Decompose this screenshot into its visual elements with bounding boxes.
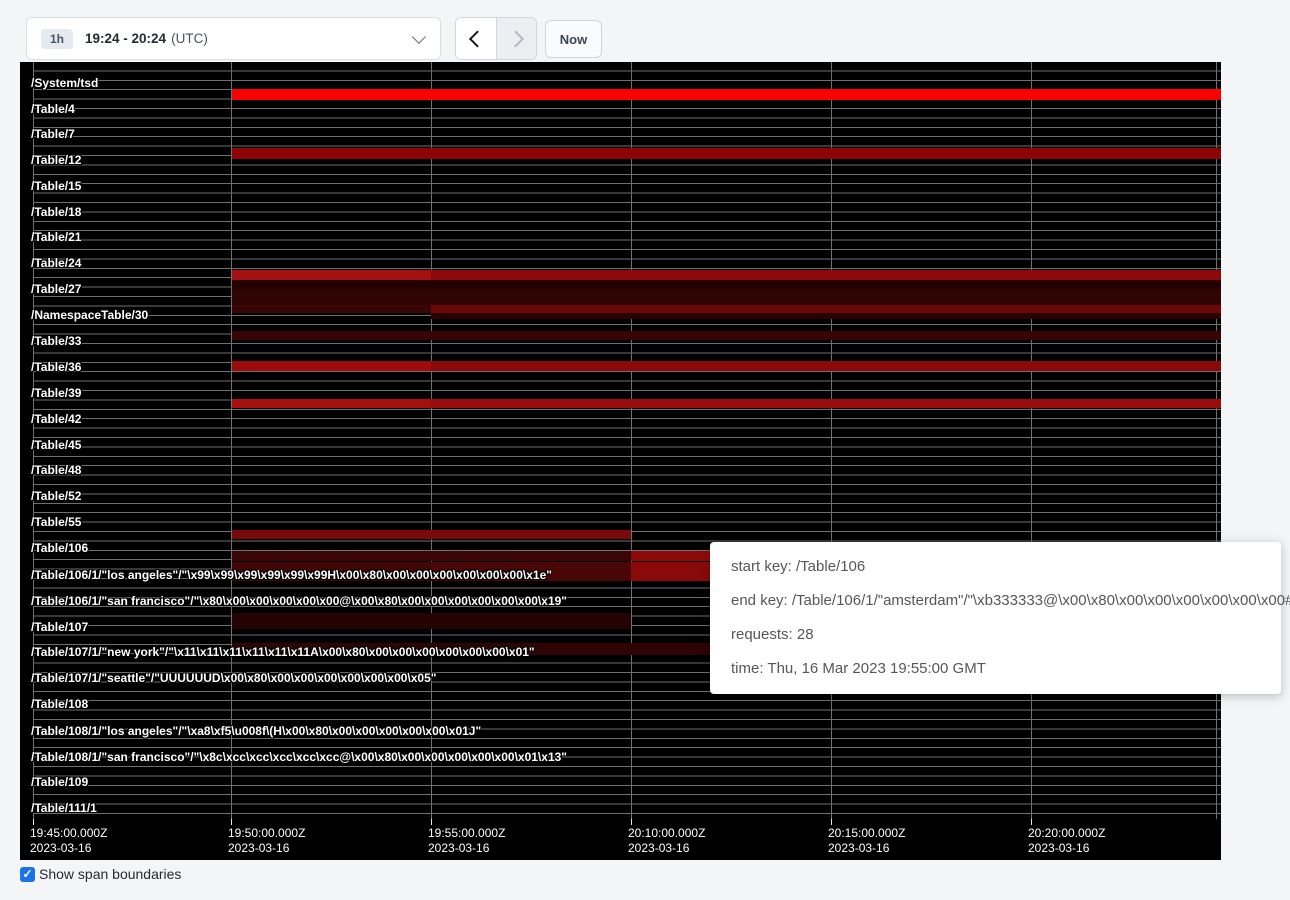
range-text: 19:24 - 20:24 bbox=[85, 31, 166, 46]
row-label: /Table/111/1 bbox=[31, 801, 97, 815]
axis-tick bbox=[631, 819, 632, 825]
row-label: /Table/106/1/"los angeles"/"\x99\x99\x99… bbox=[31, 568, 552, 582]
axis-tick bbox=[831, 819, 832, 825]
heat-band bbox=[232, 551, 631, 561]
row-label: /Table/12 bbox=[31, 153, 81, 167]
heat-band bbox=[232, 613, 631, 629]
row-label: /Table/48 bbox=[31, 463, 81, 477]
row-label: /Table/106 bbox=[31, 541, 88, 555]
row-label: /Table/33 bbox=[31, 334, 81, 348]
x-axis-label: 19:50:00.000Z2023-03-16 bbox=[228, 826, 305, 856]
row-label: /Table/42 bbox=[31, 412, 81, 426]
axis-tick bbox=[431, 819, 432, 825]
row-label: /Table/52 bbox=[31, 489, 81, 503]
heat-band bbox=[232, 89, 1221, 100]
row-label: /Table/107/1/"seattle"/"UUUUUUD\x00\x80\… bbox=[31, 671, 436, 685]
prev-range-button[interactable] bbox=[456, 18, 496, 59]
tooltip-end-key: end key: /Table/106/1/"amsterdam"/"\xb33… bbox=[731, 593, 1265, 608]
row-label: /Table/107/1/"new york"/"\x11\x11\x11\x1… bbox=[31, 645, 535, 659]
heat-band bbox=[431, 305, 1221, 313]
row-label: /Table/106/1/"san francisco"/"\x80\x00\x… bbox=[31, 594, 567, 608]
next-range-button[interactable] bbox=[496, 18, 536, 59]
row-label: /Table/4 bbox=[31, 102, 75, 116]
now-button[interactable]: Now bbox=[545, 20, 602, 58]
x-axis-label: 19:55:00.000Z2023-03-16 bbox=[428, 826, 505, 856]
heat-band bbox=[431, 361, 1221, 371]
row-label: /Table/108/1/"los angeles"/"\xa8\xf5\u00… bbox=[31, 724, 481, 738]
row-label: /Table/21 bbox=[31, 230, 81, 244]
row-label: /Table/55 bbox=[31, 515, 81, 529]
x-axis-label: 20:20:00.000Z2023-03-16 bbox=[1028, 826, 1105, 856]
x-axis-label: 20:10:00.000Z2023-03-16 bbox=[628, 826, 705, 856]
row-label: /Table/18 bbox=[31, 205, 81, 219]
show-span-boundaries-checkbox[interactable]: ✓ bbox=[20, 867, 35, 882]
heat-band bbox=[232, 289, 1221, 297]
column-grid-line bbox=[831, 62, 832, 819]
row-label: /Table/39 bbox=[31, 386, 81, 400]
key-visualizer-canvas[interactable]: /System/tsd/Table/4/Table/7/Table/12/Tab… bbox=[20, 62, 1221, 860]
column-grid-line bbox=[431, 62, 432, 819]
range-utc-suffix: (UTC) bbox=[171, 31, 208, 46]
column-grid-line bbox=[231, 62, 232, 819]
heat-band bbox=[232, 305, 431, 313]
time-nav-group bbox=[455, 17, 537, 60]
heat-band bbox=[232, 331, 1221, 340]
heat-band bbox=[232, 361, 431, 371]
row-label: /Table/24 bbox=[31, 256, 81, 270]
heat-band bbox=[232, 270, 431, 280]
row-label: /Table/108 bbox=[31, 697, 88, 711]
tooltip-time: time: Thu, 16 Mar 2023 19:55:00 GMT bbox=[731, 661, 1265, 676]
time-range-dropdown[interactable]: 1h 19:24 - 20:24 (UTC) bbox=[26, 17, 441, 60]
x-axis-label: 19:45:00.000Z2023-03-16 bbox=[30, 826, 107, 856]
toolbar: 1h 19:24 - 20:24 (UTC) Now bbox=[0, 0, 1290, 62]
heat-band bbox=[431, 313, 1221, 319]
axis-tick bbox=[33, 819, 34, 825]
row-label: /NamespaceTable/30 bbox=[31, 308, 148, 322]
heat-band bbox=[232, 530, 631, 539]
row-label: /Table/27 bbox=[31, 282, 81, 296]
heat-band bbox=[431, 270, 1221, 280]
heat-band bbox=[232, 280, 1221, 289]
heat-band bbox=[232, 399, 431, 408]
row-label: /System/tsd bbox=[31, 76, 98, 90]
x-axis-label: 20:15:00.000Z2023-03-16 bbox=[828, 826, 905, 856]
span-boundary-lines bbox=[33, 62, 1221, 819]
show-span-boundaries-label: Show span boundaries bbox=[39, 866, 181, 882]
range-duration-badge: 1h bbox=[41, 29, 73, 49]
tooltip-requests: requests: 28 bbox=[731, 627, 1265, 642]
column-grid-line bbox=[1216, 62, 1217, 819]
tooltip-start-key: start key: /Table/106 bbox=[731, 559, 1265, 574]
row-label: /Table/107 bbox=[31, 620, 88, 634]
column-grid-line bbox=[631, 62, 632, 819]
heat-band bbox=[232, 148, 1221, 159]
axis-tick bbox=[231, 819, 232, 825]
key-visualizer-page: 1h 19:24 - 20:24 (UTC) Now /System/tsd/T… bbox=[0, 0, 1290, 900]
row-label: /Table/45 bbox=[31, 438, 81, 452]
row-label: /Table/15 bbox=[31, 179, 81, 193]
row-label: /Table/7 bbox=[31, 127, 75, 141]
hover-tooltip: start key: /Table/106 end key: /Table/10… bbox=[710, 542, 1281, 694]
chevron-down-icon bbox=[412, 29, 426, 43]
x-axis: 19:45:00.000Z2023-03-16 19:50:00.000Z2023… bbox=[20, 819, 1221, 860]
chevron-left-icon bbox=[469, 30, 486, 47]
show-span-boundaries-control[interactable]: ✓ Show span boundaries bbox=[20, 866, 181, 882]
column-grid-line bbox=[1031, 62, 1032, 819]
heat-band bbox=[232, 297, 1221, 305]
heat-band bbox=[431, 399, 1221, 408]
row-label: /Table/36 bbox=[31, 360, 81, 374]
chevron-right-icon bbox=[507, 30, 524, 47]
row-label: /Table/108/1/"san francisco"/"\x8c\xcc\x… bbox=[31, 750, 567, 764]
row-label: /Table/109 bbox=[31, 775, 88, 789]
axis-tick bbox=[1031, 819, 1032, 825]
